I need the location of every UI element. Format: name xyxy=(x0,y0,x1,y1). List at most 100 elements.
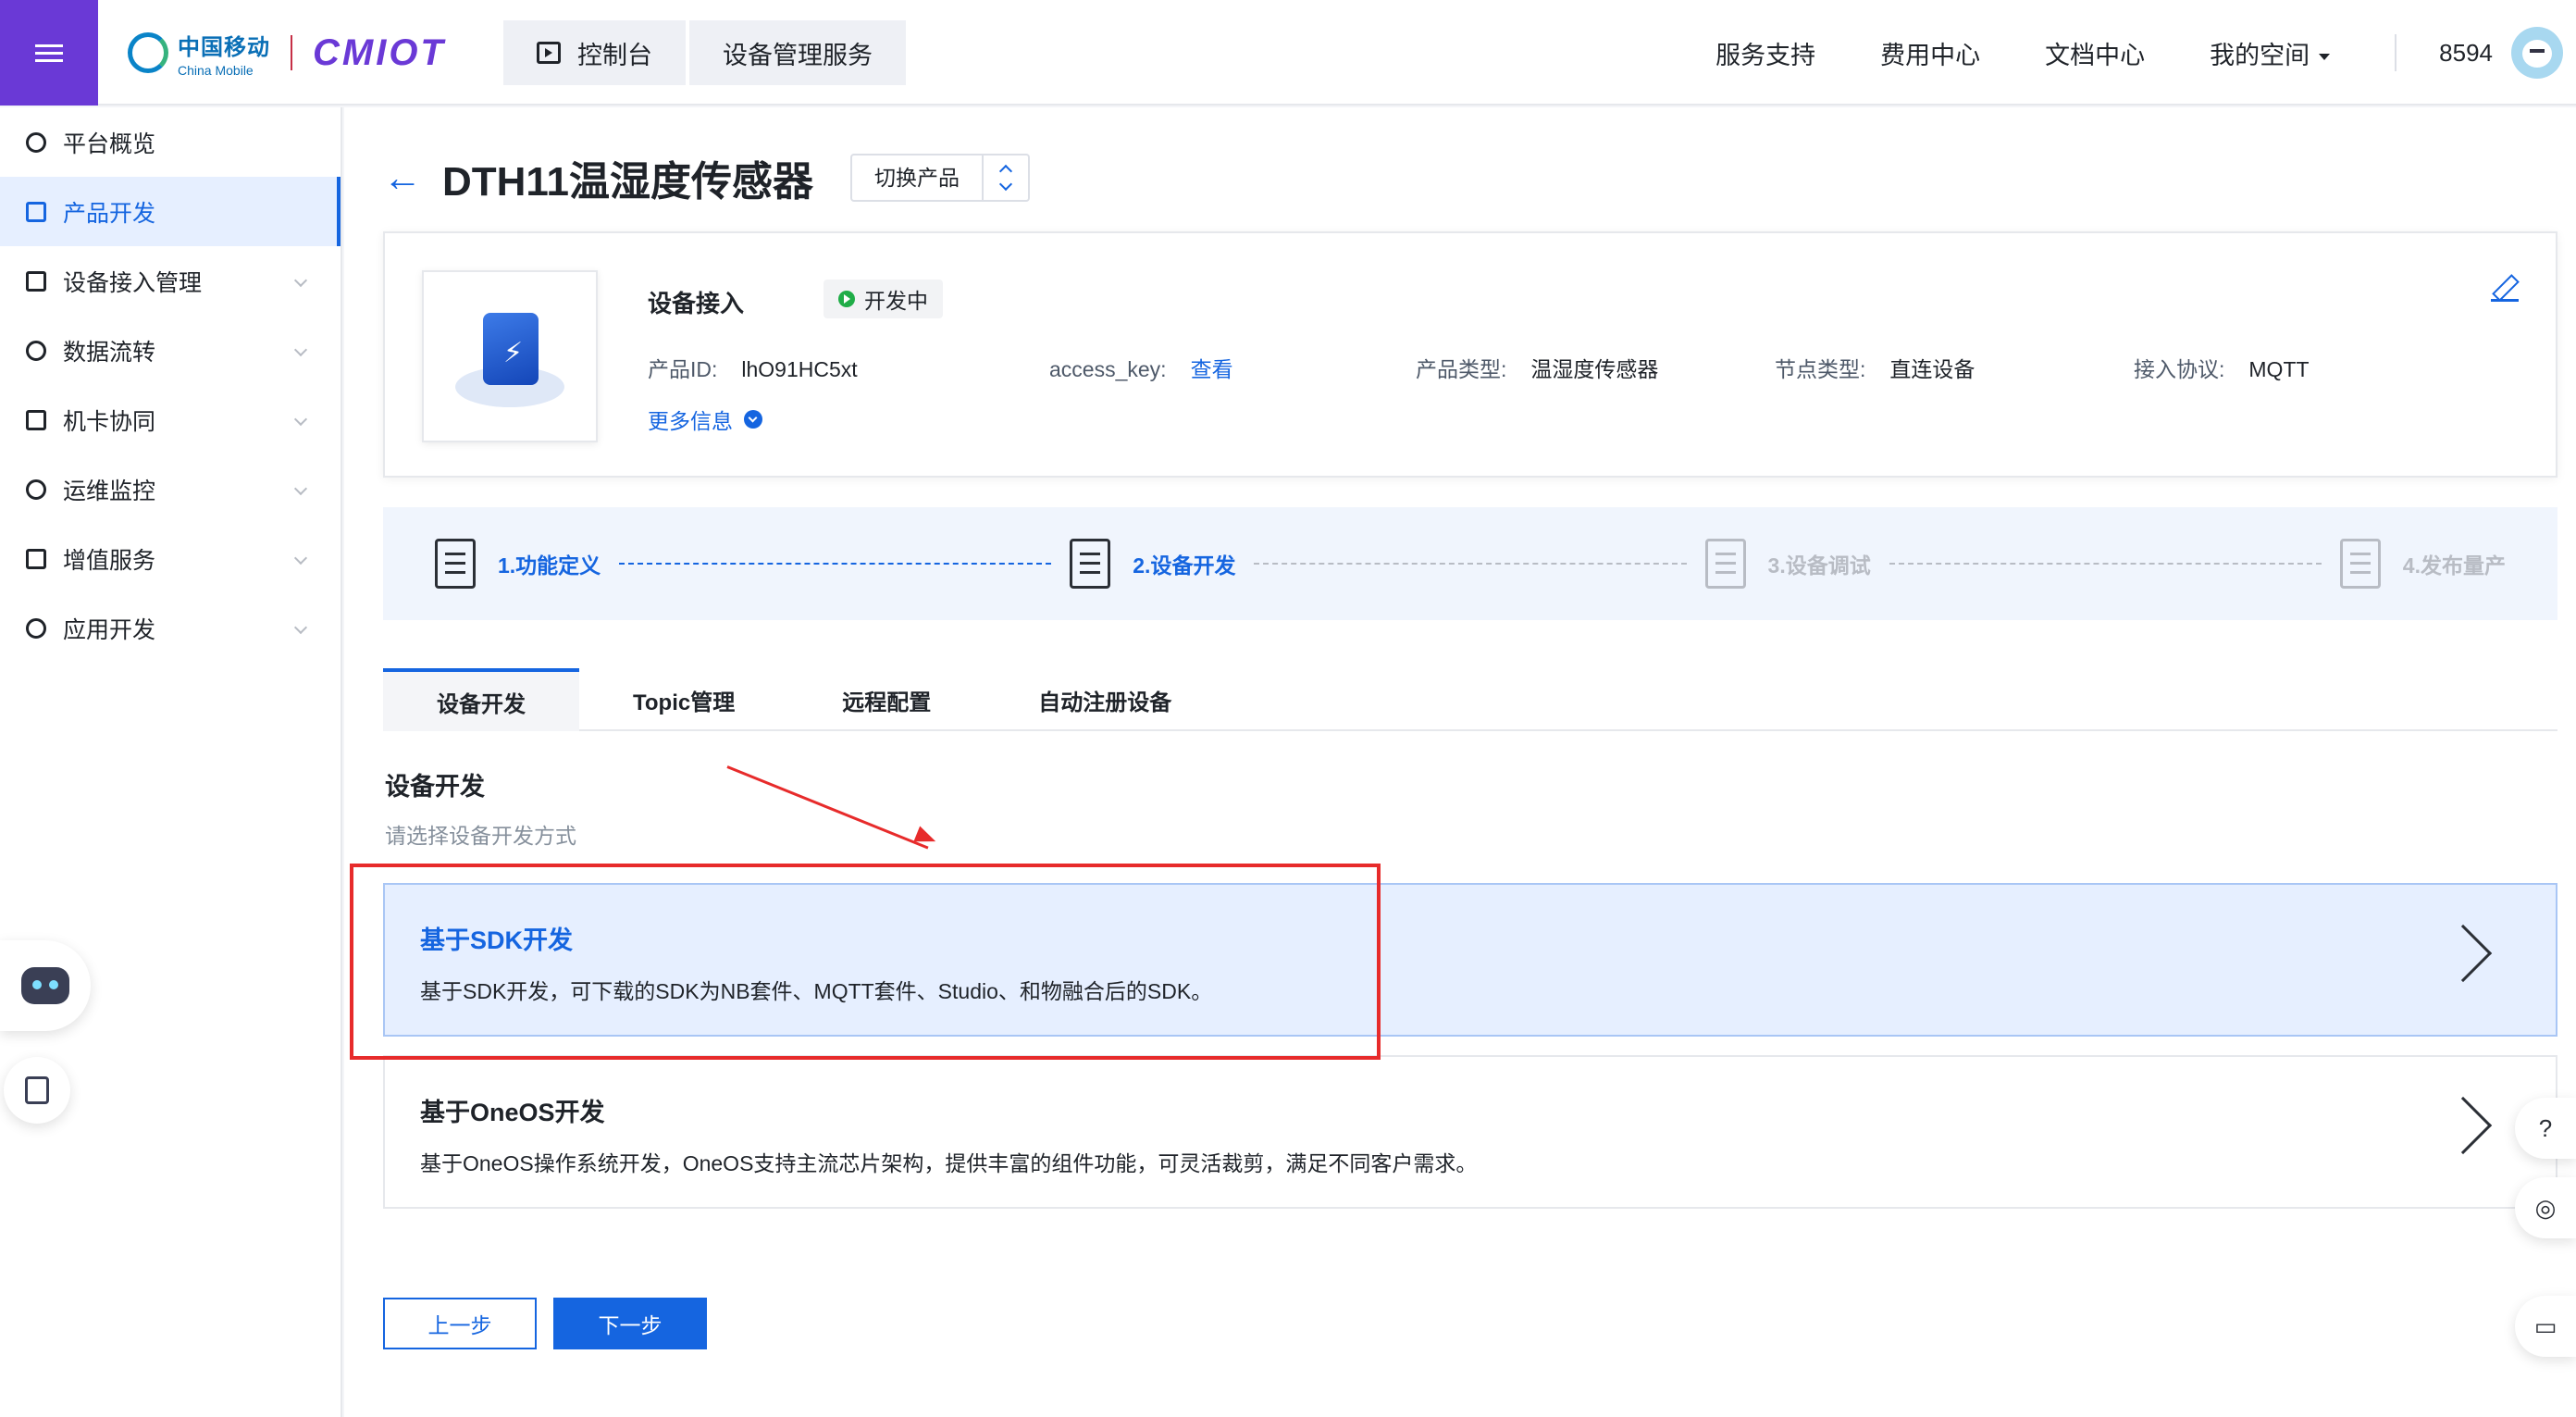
edit-icon[interactable] xyxy=(2491,274,2519,302)
step-connector xyxy=(1889,563,2322,565)
sidebar-item-data-flow[interactable]: 数据流转 xyxy=(0,316,341,385)
sidebar-item-overview[interactable]: 平台概览 xyxy=(0,107,341,177)
section-title: 设备开发 xyxy=(385,773,485,801)
logo[interactable]: 中国移动 China Mobile CMIOT xyxy=(128,28,446,78)
feedback-button[interactable]: ▭ xyxy=(2515,1296,2576,1357)
step-connector xyxy=(1254,563,1687,565)
step-publish: 4.发布量产 xyxy=(2339,539,2506,589)
nav-billing-center[interactable]: 费用中心 xyxy=(1880,35,1980,71)
nav-service-support[interactable]: 服务支持 xyxy=(1715,35,1815,71)
assistant-bot-button[interactable] xyxy=(0,940,91,1031)
option-oneos-dev[interactable]: 基于OneOS开发 基于OneOS操作系统开发，OneOS支持主流芯片架构，提供… xyxy=(383,1055,2557,1209)
page-title: DTH11温湿度传感器 xyxy=(442,159,813,205)
document-icon xyxy=(25,1076,49,1104)
link-icon xyxy=(26,409,46,430)
question-icon: ? xyxy=(2538,1113,2553,1142)
sidebar-item-device-access[interactable]: 设备接入管理 xyxy=(0,246,341,316)
sort-updown-icon xyxy=(984,155,1028,200)
tab-topic-manage[interactable]: Topic管理 xyxy=(579,668,788,731)
china-mobile-logo-icon xyxy=(128,32,168,73)
logo-en-text: China Mobile xyxy=(178,62,254,78)
option-desc: 基于SDK开发，可下载的SDK为NB套件、MQTT套件、Studio、和物融合后… xyxy=(420,979,1213,1003)
sidebar-item-ops-monitor[interactable]: 运维监控 xyxy=(0,454,341,524)
next-step-button[interactable]: 下一步 xyxy=(553,1298,707,1349)
view-access-key-link[interactable]: 查看 xyxy=(1191,357,1233,381)
access-key-field: access_key: 查看 xyxy=(1049,357,1233,381)
breadcrumb-device-service[interactable]: 设备管理服务 xyxy=(689,20,906,85)
sidebar-item-app-dev[interactable]: 应用开发 xyxy=(0,593,341,663)
support-button[interactable]: ◎ xyxy=(2515,1177,2576,1238)
avatar[interactable] xyxy=(2511,27,2563,79)
logo-divider xyxy=(291,35,292,70)
sidebar-item-product-dev[interactable]: 产品开发 xyxy=(0,177,341,246)
checklist-icon xyxy=(2339,539,2381,589)
nav-my-space[interactable]: 我的空间 xyxy=(2210,35,2331,71)
step-connector xyxy=(619,563,1052,565)
more-info-link[interactable]: 更多信息 xyxy=(648,404,762,435)
product-image: ⚡ xyxy=(422,270,598,442)
switch-product-button[interactable]: 切换产品 xyxy=(849,154,1030,202)
node-type-field: 节点类型: 直连设备 xyxy=(1775,357,1975,381)
sidebar-item-value-added[interactable]: 增值服务 xyxy=(0,524,341,593)
notes-button[interactable] xyxy=(4,1057,70,1124)
chevron-down-icon xyxy=(293,273,308,288)
chevron-down-icon xyxy=(293,481,308,496)
robot-icon xyxy=(21,967,69,1004)
chevron-right-icon xyxy=(2434,924,2493,983)
menu-toggle-button[interactable] xyxy=(0,0,98,106)
status-badge: 开发中 xyxy=(824,280,943,318)
logo-zh-text: 中国移动 xyxy=(178,34,270,60)
caret-down-icon xyxy=(2319,53,2331,60)
debug-icon xyxy=(1704,539,1746,589)
progress-steps: 1.功能定义 2.设备开发 3.设备调试 4.发布量产 xyxy=(383,507,2557,620)
play-status-icon xyxy=(838,291,855,307)
headset-icon: ◎ xyxy=(2534,1193,2557,1222)
protocol-field: 接入协议: MQTT xyxy=(2134,357,2310,381)
flow-icon xyxy=(26,340,46,361)
product-id-field: 产品ID: lhO91HC5xt xyxy=(648,357,858,381)
chevron-down-icon xyxy=(293,342,308,357)
bolt-icon: ⚡ xyxy=(503,338,524,368)
chevron-right-icon xyxy=(2434,1096,2493,1155)
user-id[interactable]: 8594 xyxy=(2439,39,2493,68)
tab-device-dev[interactable]: 设备开发 xyxy=(383,668,579,731)
breadcrumb: 控制台 设备管理服务 xyxy=(503,20,910,85)
product-info-card: ⚡ 设备接入 开发中 产品ID: lhO91HC5xt access_key: 查看… xyxy=(383,231,2557,478)
chevron-down-circle-icon xyxy=(744,410,762,429)
sidebar-item-card-collab[interactable]: 机卡协同 xyxy=(0,385,341,454)
product-type-field: 产品类型: 温湿度传感器 xyxy=(1416,357,1659,381)
send-icon xyxy=(26,548,46,569)
message-icon: ▭ xyxy=(2533,1311,2557,1340)
page-header: ← DTH11温湿度传感器 切换产品 xyxy=(383,148,1030,207)
cube-icon xyxy=(26,201,46,222)
option-sdk-dev[interactable]: 基于SDK开发 基于SDK开发，可下载的SDK为NB套件、MQTT套件、Stud… xyxy=(383,883,2557,1037)
option-title: 基于SDK开发 xyxy=(420,926,574,954)
tab-auto-register[interactable]: 自动注册设备 xyxy=(985,668,1225,731)
cmiot-logo-text: CMIOT xyxy=(313,31,446,73)
help-button[interactable]: ? xyxy=(2515,1098,2576,1159)
app-icon xyxy=(26,617,46,639)
overview-icon xyxy=(26,131,46,153)
main-content: ← DTH11温湿度传感器 切换产品 ⚡ 设备接入 开发中 产品ID: lhO91… xyxy=(344,107,2576,1417)
product-name: 设备接入 xyxy=(648,290,745,317)
nav-divider xyxy=(2395,34,2397,71)
chevron-down-icon xyxy=(293,551,308,566)
chevron-down-icon xyxy=(293,620,308,635)
hamburger-icon xyxy=(35,40,63,67)
top-nav: 服务支持 费用中心 文档中心 我的空间 8594 xyxy=(1715,0,2576,106)
step-function-define[interactable]: 1.功能定义 xyxy=(435,539,601,589)
tab-remote-config[interactable]: 远程配置 xyxy=(788,668,985,731)
step-device-dev[interactable]: 2.设备开发 xyxy=(1070,539,1235,589)
option-desc: 基于OneOS操作系统开发，OneOS支持主流芯片架构，提供丰富的组件功能，可灵… xyxy=(420,1151,1478,1175)
back-arrow-icon[interactable]: ← xyxy=(383,155,422,200)
step-device-debug: 3.设备调试 xyxy=(1704,539,1871,589)
printer-icon xyxy=(1070,539,1111,589)
top-bar: 中国移动 China Mobile CMIOT 控制台 设备管理服务 服务支持 … xyxy=(0,0,2576,106)
nav-docs-center[interactable]: 文档中心 xyxy=(2045,35,2145,71)
breadcrumb-console[interactable]: 控制台 xyxy=(503,20,686,85)
chevron-down-icon xyxy=(293,412,308,427)
sidebar: 平台概览 产品开发 设备接入管理 数据流转 机卡协同 运维监控 增值服务 应用开… xyxy=(0,107,342,1417)
monitor-icon xyxy=(26,479,46,500)
prev-step-button[interactable]: 上一步 xyxy=(383,1298,537,1349)
section-subtitle: 请选择设备开发方式 xyxy=(385,824,576,848)
